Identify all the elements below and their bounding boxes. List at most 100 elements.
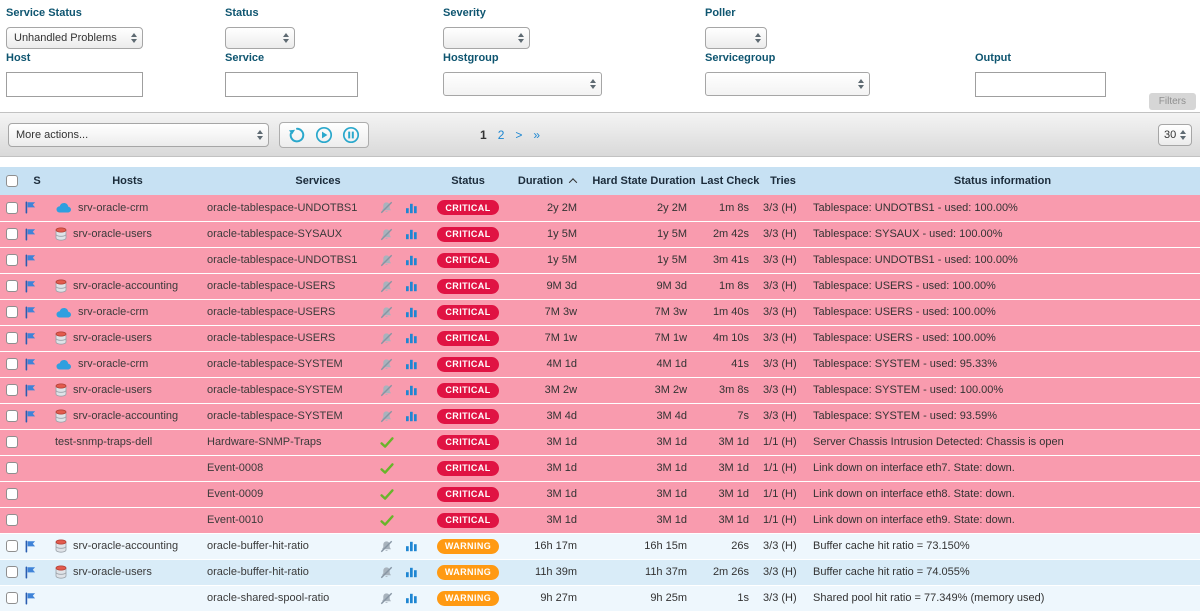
page-size-select[interactable]: 30 — [1158, 124, 1192, 146]
notifications-disabled-icon[interactable] — [380, 306, 393, 319]
severity-select[interactable] — [443, 27, 530, 49]
row-checkbox[interactable] — [6, 488, 18, 500]
service-link[interactable]: oracle-tablespace-USERS — [207, 332, 335, 344]
select-all-checkbox[interactable] — [6, 175, 18, 187]
col-header-s[interactable]: S — [24, 167, 50, 195]
notifications-disabled-icon[interactable] — [380, 592, 393, 605]
host-link[interactable]: srv-oracle-crm — [78, 358, 148, 370]
service-status-select[interactable]: Unhandled Problems — [6, 27, 143, 49]
tries-cell: 3/3 (H) — [761, 585, 805, 611]
row-checkbox[interactable] — [6, 462, 18, 474]
notifications-disabled-icon[interactable] — [380, 201, 393, 214]
row-checkbox[interactable] — [6, 592, 18, 604]
play-icon[interactable] — [315, 126, 333, 144]
service-link[interactable]: Event-0010 — [207, 514, 263, 526]
performance-graph-icon[interactable] — [405, 228, 418, 240]
service-link[interactable]: oracle-tablespace-USERS — [207, 306, 335, 318]
hostgroup-select[interactable] — [443, 72, 602, 96]
notifications-disabled-icon[interactable] — [380, 280, 393, 293]
row-checkbox[interactable] — [6, 202, 18, 214]
pagination-last[interactable]: » — [533, 128, 540, 142]
row-checkbox[interactable] — [6, 280, 18, 292]
notifications-disabled-icon[interactable] — [380, 384, 393, 397]
notifications-disabled-icon[interactable] — [380, 566, 393, 579]
row-checkbox[interactable] — [6, 436, 18, 448]
pagination-next[interactable]: > — [515, 128, 522, 142]
performance-graph-icon[interactable] — [405, 306, 418, 318]
performance-graph-icon[interactable] — [405, 202, 418, 214]
col-header-duration[interactable]: Duration — [505, 167, 589, 195]
service-input[interactable] — [225, 72, 358, 97]
service-link[interactable]: oracle-tablespace-UNDOTBS1 — [207, 254, 357, 266]
host-link[interactable]: srv-oracle-users — [73, 384, 152, 396]
notifications-disabled-icon[interactable] — [380, 358, 393, 371]
row-checkbox[interactable] — [6, 514, 18, 526]
service-link[interactable]: oracle-tablespace-USERS — [207, 280, 335, 292]
performance-graph-icon[interactable] — [405, 358, 418, 370]
notifications-disabled-icon[interactable] — [380, 410, 393, 423]
performance-graph-icon[interactable] — [405, 592, 418, 604]
row-checkbox[interactable] — [6, 358, 18, 370]
poller-select[interactable] — [705, 27, 767, 49]
host-link[interactable]: srv-oracle-crm — [78, 306, 148, 318]
pause-icon[interactable] — [342, 126, 360, 144]
host-link[interactable]: srv-oracle-accounting — [73, 540, 178, 552]
service-link[interactable]: oracle-tablespace-SYSTEM — [207, 358, 343, 370]
filters-button[interactable]: Filters — [1149, 93, 1196, 110]
notifications-disabled-icon[interactable] — [380, 228, 393, 241]
host-link[interactable]: srv-oracle-accounting — [73, 410, 178, 422]
col-header-status[interactable]: Status — [431, 167, 505, 195]
pagination-page-2[interactable]: 2 — [498, 128, 505, 142]
service-link[interactable]: oracle-buffer-hit-ratio — [207, 540, 309, 552]
hard-state-duration-cell: 3M 2w — [589, 377, 699, 403]
notifications-disabled-icon[interactable] — [380, 540, 393, 553]
status-select[interactable] — [225, 27, 295, 49]
host-link[interactable]: test-snmp-traps-dell — [55, 436, 152, 448]
service-link[interactable]: Event-0008 — [207, 462, 263, 474]
col-header-hosts[interactable]: Hosts — [50, 167, 205, 195]
service-link[interactable]: oracle-tablespace-UNDOTBS1 — [207, 202, 357, 214]
host-input[interactable] — [6, 72, 143, 97]
performance-graph-icon[interactable] — [405, 332, 418, 344]
host-link[interactable]: srv-oracle-users — [73, 228, 152, 240]
output-input[interactable] — [975, 72, 1106, 97]
row-checkbox[interactable] — [6, 540, 18, 552]
service-link[interactable]: oracle-tablespace-SYSTEM — [207, 410, 343, 422]
service-link[interactable]: Hardware-SNMP-Traps — [207, 436, 322, 448]
service-link[interactable]: oracle-tablespace-SYSAUX — [207, 228, 342, 240]
notifications-disabled-icon[interactable] — [380, 254, 393, 267]
row-checkbox[interactable] — [6, 332, 18, 344]
row-checkbox[interactable] — [6, 306, 18, 318]
row-checkbox[interactable] — [6, 410, 18, 422]
col-header-tries[interactable]: Tries — [761, 167, 805, 195]
col-header-status-information[interactable]: Status information — [805, 167, 1200, 195]
service-link[interactable]: Event-0009 — [207, 488, 263, 500]
service-link[interactable]: oracle-shared-spool-ratio — [207, 592, 329, 604]
servicegroup-select[interactable] — [705, 72, 870, 96]
col-header-services[interactable]: Services — [205, 167, 431, 195]
row-checkbox[interactable] — [6, 566, 18, 578]
performance-graph-icon[interactable] — [405, 566, 418, 578]
notifications-disabled-icon[interactable] — [380, 332, 393, 345]
row-checkbox[interactable] — [6, 228, 18, 240]
refresh-icon[interactable] — [288, 126, 306, 144]
host-link[interactable]: srv-oracle-users — [73, 566, 152, 578]
service-link[interactable]: oracle-buffer-hit-ratio — [207, 566, 309, 578]
performance-graph-icon[interactable] — [405, 540, 418, 552]
host-link[interactable]: srv-oracle-crm — [78, 202, 148, 214]
status-badge: CRITICAL — [437, 409, 498, 424]
performance-graph-icon[interactable] — [405, 280, 418, 292]
row-checkbox[interactable] — [6, 254, 18, 266]
pagination-page-current[interactable]: 1 — [480, 128, 487, 142]
col-header-last-check[interactable]: Last Check — [699, 167, 761, 195]
last-check-cell: 2m 26s — [699, 559, 761, 585]
performance-graph-icon[interactable] — [405, 254, 418, 266]
performance-graph-icon[interactable] — [405, 384, 418, 396]
service-link[interactable]: oracle-tablespace-SYSTEM — [207, 384, 343, 396]
host-link[interactable]: srv-oracle-users — [73, 332, 152, 344]
col-header-hard-state-duration[interactable]: Hard State Duration — [589, 167, 699, 195]
host-link[interactable]: srv-oracle-accounting — [73, 280, 178, 292]
row-checkbox[interactable] — [6, 384, 18, 396]
performance-graph-icon[interactable] — [405, 410, 418, 422]
more-actions-select[interactable]: More actions... — [8, 123, 269, 147]
